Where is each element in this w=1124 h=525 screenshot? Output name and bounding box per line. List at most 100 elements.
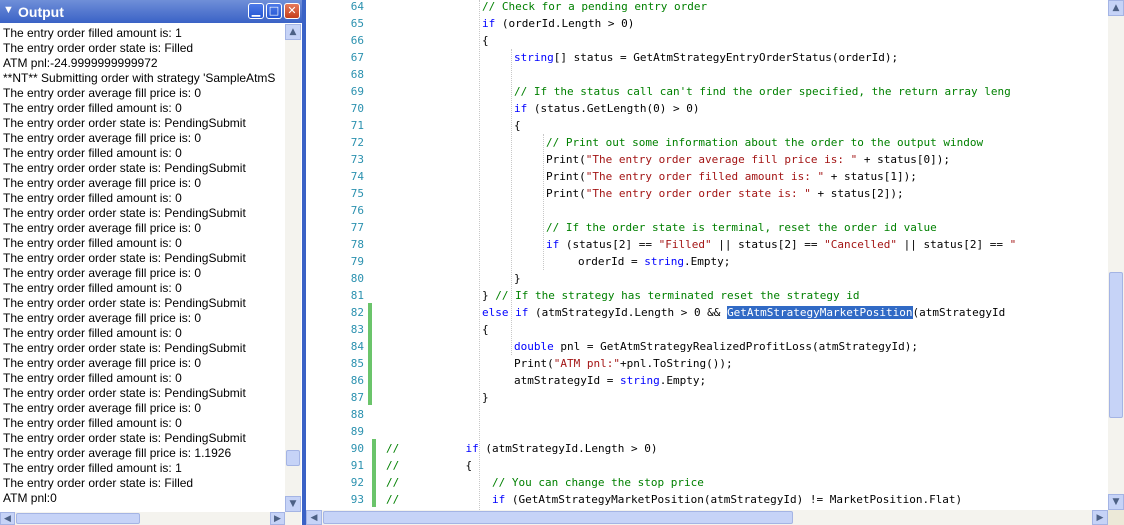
editor-horizontal-scrollbar[interactable]: ◀ ▶ bbox=[306, 510, 1108, 525]
minimize-icon: ▁ bbox=[251, 4, 261, 17]
output-scroll-right-button[interactable]: ▶ bbox=[270, 512, 285, 525]
close-button[interactable]: ✕ bbox=[284, 3, 300, 19]
code-token: .Empty; bbox=[659, 374, 707, 387]
output-line: The entry order order state is: PendingS… bbox=[3, 116, 246, 130]
indent-guide bbox=[479, 0, 480, 510]
code-token: (status[2] == bbox=[559, 238, 659, 251]
code-line[interactable]: Print("The entry order order state is: "… bbox=[546, 185, 904, 202]
output-line: The entry order average fill price is: 0 bbox=[3, 176, 202, 190]
editor-hscroll-thumb[interactable] bbox=[323, 511, 793, 524]
line-number: 93 bbox=[350, 493, 364, 506]
code-line[interactable]: double pnl = GetAtmStrategyRealizedProfi… bbox=[514, 338, 918, 355]
line-number: 84 bbox=[350, 340, 364, 353]
code-token: (GetAtmStrategyMarketPosition(atmStrateg… bbox=[505, 493, 963, 506]
code-token: // bbox=[386, 442, 466, 455]
line-number: 79 bbox=[350, 255, 364, 268]
code-line[interactable]: orderId = string.Empty; bbox=[578, 253, 730, 270]
arrow-up-icon: ▲ bbox=[289, 27, 297, 37]
code-area[interactable]: // Check for a pending entry order if (or… bbox=[376, 0, 1108, 510]
editor-scroll-up-button[interactable]: ▲ bbox=[1108, 0, 1124, 16]
change-indicator-bar bbox=[368, 303, 372, 405]
code-line[interactable]: // // You can change the stop price bbox=[386, 474, 704, 491]
output-vertical-scrollbar[interactable]: ▲ ▼ bbox=[285, 24, 301, 512]
code-line[interactable]: if (status.GetLength(0) > 0) bbox=[514, 100, 699, 117]
selected-text: GetAtmStrategyMarketPosition bbox=[727, 306, 913, 319]
code-line[interactable]: // if (atmStrategyId.Length > 0) bbox=[386, 440, 658, 457]
code-line[interactable]: } bbox=[514, 270, 521, 287]
editor-scroll-thumb[interactable] bbox=[1109, 272, 1123, 418]
code-line[interactable]: // Print out some information about the … bbox=[546, 134, 983, 151]
output-hscroll-thumb[interactable] bbox=[16, 513, 140, 524]
code-token: (atmStrategyId bbox=[912, 306, 1006, 319]
line-number: 71 bbox=[350, 119, 364, 132]
output-scroll-up-button[interactable]: ▲ bbox=[285, 24, 301, 40]
output-line: The entry order order state is: PendingS… bbox=[3, 161, 246, 175]
code-line[interactable]: Print("ATM pnl:"+pnl.ToString()); bbox=[514, 355, 733, 372]
output-line: The entry order order state is: PendingS… bbox=[3, 341, 246, 355]
code-line[interactable]: if (orderId.Length > 0) bbox=[482, 15, 634, 32]
code-line[interactable]: else if (atmStrategyId.Length > 0 && Get… bbox=[482, 304, 1005, 321]
code-line[interactable]: // If the status call can't find the ord… bbox=[514, 83, 1011, 100]
code-token: // bbox=[386, 476, 492, 489]
code-line[interactable]: { bbox=[514, 117, 521, 134]
code-line[interactable]: Print("The entry order average fill pric… bbox=[546, 151, 950, 168]
editor-scroll-down-button[interactable]: ▼ bbox=[1108, 494, 1124, 510]
code-line[interactable]: Print("The entry order filled amount is:… bbox=[546, 168, 917, 185]
code-token: + status[1]); bbox=[824, 170, 917, 183]
output-scroll-left-button[interactable]: ◀ bbox=[0, 512, 15, 525]
editor-scroll-left-button[interactable]: ◀ bbox=[306, 510, 322, 525]
line-number: 70 bbox=[350, 102, 364, 115]
code-line[interactable]: string[] status = GetAtmStrategyEntryOrd… bbox=[514, 49, 898, 66]
code-line[interactable]: { bbox=[482, 32, 489, 49]
code-line[interactable]: // If the order state is terminal, reset… bbox=[546, 219, 937, 236]
code-token: { bbox=[465, 459, 473, 472]
output-line: The entry order order state is: Filled bbox=[3, 476, 194, 490]
output-line: The entry order average fill price is: 0 bbox=[3, 401, 202, 415]
code-token: Print( bbox=[546, 153, 586, 166]
output-window-icon: ▼ bbox=[3, 4, 14, 16]
arrow-right-icon: ▶ bbox=[274, 514, 281, 524]
output-scroll-thumb[interactable] bbox=[286, 450, 300, 466]
code-line[interactable]: atmStrategyId = string.Empty; bbox=[514, 372, 706, 389]
editor-scroll-right-button[interactable]: ▶ bbox=[1092, 510, 1108, 525]
code-token: if bbox=[482, 17, 496, 30]
code-token: (atmStrategyId.Length > 0 && bbox=[528, 306, 728, 319]
output-line: The entry order average fill price is: 0 bbox=[3, 86, 202, 100]
output-line: The entry order order state is: PendingS… bbox=[3, 251, 246, 265]
code-token: } bbox=[514, 272, 521, 285]
editor-vertical-scrollbar[interactable]: ▲ ▼ bbox=[1108, 0, 1124, 510]
output-text-area[interactable]: The entry order filled amount is: 1 The e… bbox=[0, 24, 284, 512]
code-token: if bbox=[546, 238, 560, 251]
code-editor[interactable]: 64 65 66 67 68 69 70 71 72 73 74 75 76 77 78 79 80 81 82 83… bbox=[306, 0, 1124, 525]
code-token: "The entry order order state is: " bbox=[585, 187, 811, 200]
arrow-up-icon: ▲ bbox=[1112, 3, 1120, 13]
output-line: The entry order filled amount is: 0 bbox=[3, 236, 182, 250]
code-line[interactable]: if (status[2] == "Filled" || status[2] =… bbox=[546, 236, 1016, 253]
maximize-button[interactable]: □ bbox=[266, 3, 282, 19]
output-scroll-down-button[interactable]: ▼ bbox=[285, 496, 301, 512]
code-token: + status[2]); bbox=[810, 187, 904, 200]
output-line: The entry order order state is: PendingS… bbox=[3, 386, 246, 400]
code-line[interactable]: // { bbox=[386, 457, 472, 474]
line-number: 82 bbox=[350, 306, 364, 319]
output-horizontal-scrollbar[interactable]: ◀ ▶ bbox=[0, 512, 301, 525]
line-number: 69 bbox=[350, 85, 364, 98]
code-line[interactable]: } // If the strategy has terminated rese… bbox=[482, 287, 860, 304]
output-titlebar[interactable]: ▼ Output ▁ □ ✕ bbox=[0, 0, 302, 23]
code-token: string bbox=[514, 51, 554, 64]
code-token: (status.GetLength(0) > 0) bbox=[527, 102, 700, 115]
minimize-button[interactable]: ▁ bbox=[248, 3, 264, 19]
output-line: The entry order filled amount is: 0 bbox=[3, 371, 182, 385]
output-line: The entry order order state is: Filled bbox=[3, 41, 194, 55]
code-line[interactable]: // Check for a pending entry order bbox=[482, 0, 707, 15]
output-line: ATM pnl:-24.9999999999972 bbox=[3, 56, 158, 70]
line-number: 75 bbox=[350, 187, 364, 200]
code-line[interactable]: { bbox=[482, 321, 489, 338]
code-token: // If the status call can't find the ord… bbox=[514, 85, 1011, 98]
line-number: 86 bbox=[350, 374, 364, 387]
output-line: The entry order filled amount is: 0 bbox=[3, 416, 182, 430]
code-line[interactable]: } bbox=[482, 389, 489, 406]
code-token: } bbox=[482, 391, 489, 404]
output-line: The entry order filled amount is: 1 bbox=[3, 461, 182, 475]
code-line[interactable]: // if (GetAtmStrategyMarketPosition(atmS… bbox=[386, 491, 962, 508]
